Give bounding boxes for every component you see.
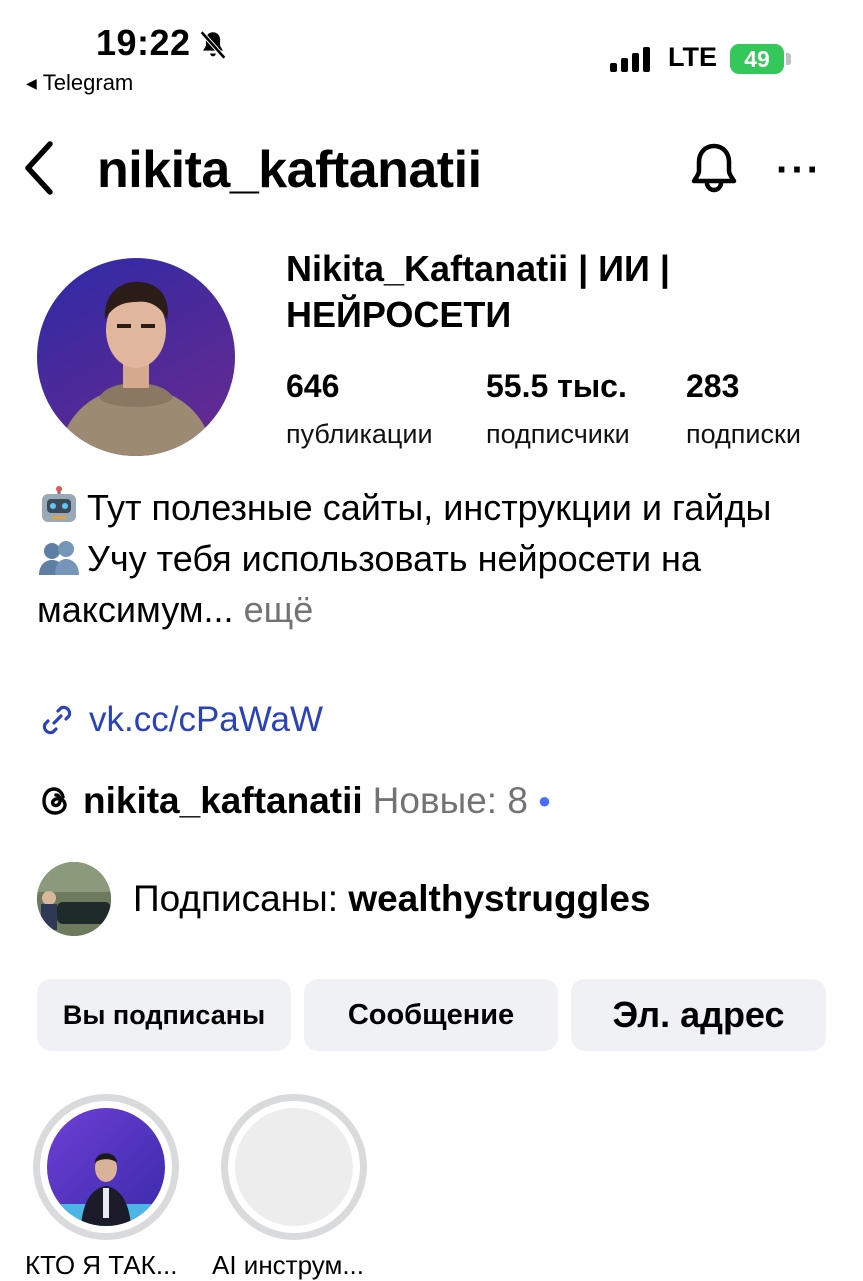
display-name-line1: Nikita_Kaftanatii | ИИ | — [286, 248, 670, 289]
people-icon — [39, 541, 79, 575]
avatar-portrait — [57, 281, 215, 456]
chevron-left-icon[interactable] — [18, 138, 66, 198]
highlight-2-ring — [228, 1101, 360, 1233]
bell-icon[interactable] — [688, 140, 740, 196]
highlight-1[interactable] — [33, 1094, 179, 1240]
highlight-1-ring — [40, 1101, 172, 1233]
bio-line-1: Тут полезные сайты, инструкции и гайды — [37, 482, 837, 533]
stat-posts-label: публикации — [286, 419, 433, 449]
stat-following-label: подписки — [686, 419, 801, 449]
link-icon — [42, 705, 72, 735]
battery-tip — [786, 53, 791, 65]
email-button[interactable]: Эл. адрес — [571, 979, 826, 1051]
followed-by-avatar — [37, 862, 111, 936]
stat-followers[interactable]: 55.5 тыс. подписчики — [486, 368, 630, 450]
followed-by-user: wealthystruggles — [348, 878, 651, 919]
back-triangle-icon: ◀ — [26, 74, 37, 91]
avatar[interactable] — [37, 258, 235, 456]
threads-icon — [42, 787, 67, 815]
display-name: Nikita_Kaftanatii | ИИ | НЕЙРОСЕТИ — [286, 246, 756, 338]
stat-following[interactable]: 283 подписки — [686, 368, 801, 450]
robot-icon — [42, 486, 76, 522]
stat-followers-label: подписчики — [486, 419, 630, 449]
status-time: 19:22 — [96, 22, 191, 63]
bio-text-1: Тут полезные сайты, инструкции и гайды — [87, 487, 772, 528]
followed-by-prefix: Подписаны: — [133, 878, 349, 919]
highlight-2-label: AI инструм... — [212, 1250, 365, 1280]
page-title: nikita_kaftanatii — [97, 141, 482, 199]
following-button[interactable]: Вы подписаны — [37, 979, 291, 1051]
back-to-app-link[interactable]: ◀ Telegram — [26, 70, 133, 96]
bio-link[interactable]: vk.cc/cPaWaW — [37, 700, 323, 740]
followed-by-text: Подписаны: wealthystruggles — [133, 878, 651, 920]
stat-followers-value: 55.5 тыс. — [486, 368, 627, 404]
highlight-2[interactable] — [221, 1094, 367, 1240]
back-app-label: Telegram — [42, 70, 134, 95]
threads-new-count: Новые: 8 — [372, 780, 528, 821]
display-name-line2: НЕЙРОСЕТИ — [286, 294, 512, 335]
message-button[interactable]: Сообщение — [304, 979, 558, 1051]
followed-by[interactable]: Подписаны: wealthystruggles — [37, 862, 651, 936]
battery-level: 49 — [744, 45, 770, 72]
threads-badge[interactable]: nikita_kaftanatii Новые: 8 ● — [37, 780, 551, 822]
threads-username: nikita_kaftanatii — [83, 780, 363, 821]
highlight-2-cover — [235, 1108, 353, 1226]
bio-text-2: Учу тебя использовать нейросети на макси… — [37, 538, 701, 630]
more-icon[interactable]: ··· — [776, 148, 822, 193]
network-type: LTE — [668, 42, 717, 72]
bio-more-link[interactable]: ещё — [244, 589, 314, 630]
bio-line-2: Учу тебя использовать нейросети на макси… — [37, 533, 837, 635]
highlight-1-photo — [47, 1108, 165, 1226]
stat-posts-value: 646 — [286, 368, 340, 404]
stat-posts[interactable]: 646 публикации — [286, 368, 433, 450]
signal-icon — [610, 46, 650, 72]
stat-following-value: 283 — [686, 368, 740, 404]
bell-slash-icon — [199, 30, 227, 60]
bio: Тут полезные сайты, инструкции и гайды У… — [37, 482, 837, 635]
followed-by-photo — [37, 862, 111, 936]
battery-icon: 49 — [730, 44, 784, 74]
highlight-1-label: КТО Я ТАК... — [25, 1250, 178, 1280]
highlight-1-cover — [47, 1108, 165, 1226]
bio-link-text: vk.cc/cPaWaW — [89, 700, 323, 739]
new-dot-icon: ● — [537, 788, 552, 813]
